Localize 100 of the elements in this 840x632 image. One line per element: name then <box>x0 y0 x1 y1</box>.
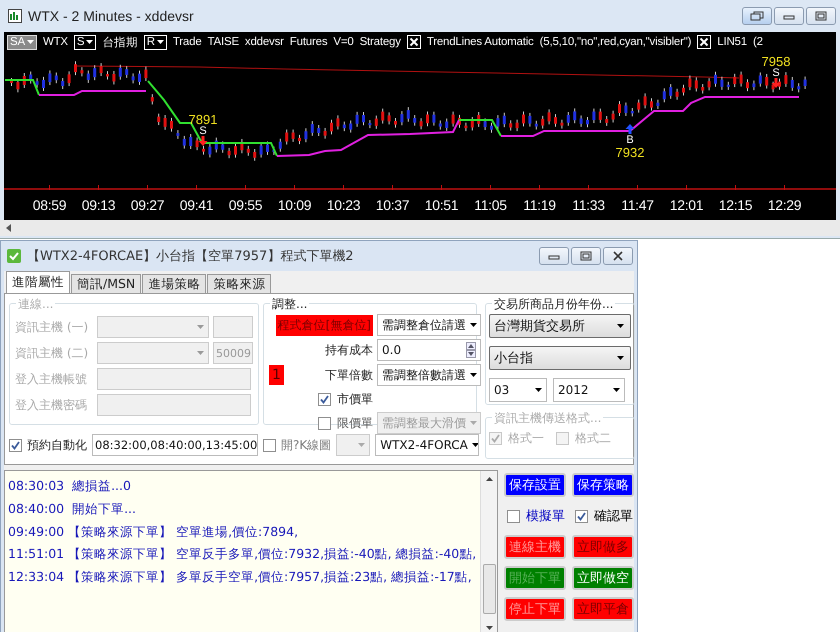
candle <box>253 148 256 162</box>
buy-arrow-icon <box>626 124 634 134</box>
input-field[interactable] <box>97 368 251 390</box>
candle <box>394 117 397 128</box>
candle <box>285 129 288 146</box>
maximize-button[interactable] <box>806 7 836 25</box>
checkbox[interactable] <box>318 416 331 430</box>
action-button[interactable]: 保存策略 <box>572 473 634 497</box>
dropdown-menu[interactable]: S <box>74 34 96 50</box>
indicator-label: V=0 <box>333 36 354 48</box>
time-label: 11:47 <box>620 197 655 213</box>
candle <box>605 116 608 126</box>
position-status: 程式倉位[無倉位] <box>276 314 373 336</box>
maximize-button[interactable] <box>571 247 601 265</box>
price-label: 7891 <box>188 112 218 127</box>
candle <box>10 77 13 86</box>
candle <box>240 138 244 154</box>
checkbox[interactable] <box>9 438 22 452</box>
candle <box>445 118 448 132</box>
candle <box>388 112 391 125</box>
checkbox-label: 確認單 <box>594 508 633 525</box>
checkbox[interactable] <box>263 438 276 452</box>
month-dropdown[interactable]: 03 <box>489 378 547 402</box>
signal-label: B <box>626 134 634 146</box>
tab[interactable]: 進場策略 <box>142 274 206 293</box>
caret-icon <box>470 323 477 327</box>
tab[interactable]: 簡訊/MSN <box>71 274 142 293</box>
checkbox[interactable] <box>318 392 331 406</box>
candle <box>426 111 429 127</box>
restore-button[interactable] <box>742 7 772 25</box>
field-label: 資訊主機 (二) <box>15 344 90 362</box>
time-label: 12:29 <box>766 197 802 213</box>
checkbox[interactable] <box>575 510 588 522</box>
scrollbar-thumb[interactable] <box>482 564 496 614</box>
exchange-dropdown[interactable]: 台灣期貨交易所 <box>489 314 631 338</box>
signal-label: S <box>772 67 780 79</box>
indicator-label: (5,5,10,"no",red,cyan,"visibler") <box>540 36 692 48</box>
cost-field[interactable]: 0.0 <box>377 339 481 361</box>
candle <box>413 114 416 126</box>
candle <box>662 88 666 103</box>
candle <box>624 102 628 116</box>
candle <box>93 64 96 81</box>
multiplier-dropdown[interactable]: 需調整倍數請選 <box>377 364 481 386</box>
candle <box>202 145 205 156</box>
candle <box>464 122 468 132</box>
candle <box>509 120 512 132</box>
candle <box>381 108 384 124</box>
sell-arrow-icon <box>198 136 208 146</box>
position-dropdown[interactable]: 需調整倉位請選 <box>377 314 481 336</box>
field-label: 持有成本 <box>324 342 373 358</box>
tab[interactable]: 進階屬性 <box>6 271 70 293</box>
indicator-label: Strategy <box>360 36 401 48</box>
candle <box>694 76 698 92</box>
candle <box>772 81 775 93</box>
candle <box>29 71 32 84</box>
candle <box>61 78 64 90</box>
dropdown-menu[interactable]: R <box>144 34 167 50</box>
action-button[interactable]: 立即做空 <box>572 566 634 590</box>
schedule-field[interactable]: 08:32:00,08:40:00,13:45:00 <box>92 434 258 456</box>
caret-icon <box>470 421 477 425</box>
candle <box>298 134 301 145</box>
minimize-button[interactable] <box>774 7 804 25</box>
candle <box>733 73 736 88</box>
time-label: 09:27 <box>130 197 166 213</box>
checkbox-label: 格式一 <box>508 430 544 447</box>
input-field[interactable] <box>97 394 251 416</box>
horizontal-scrollbar[interactable] <box>0 220 840 236</box>
strategy-dropdown[interactable]: WTX2-4FORCA <box>375 434 479 456</box>
product-dropdown[interactable]: 小台指 <box>489 346 631 370</box>
candle <box>349 120 352 134</box>
tab[interactable]: 策略來源 <box>207 274 272 293</box>
candle <box>644 92 647 109</box>
caret-icon <box>358 443 366 447</box>
candle <box>784 72 788 88</box>
candle <box>560 119 564 130</box>
indicator-label: 台指期 <box>102 36 138 50</box>
vertical-scrollbar[interactable] <box>480 471 497 632</box>
candle <box>656 99 660 110</box>
candle <box>356 111 359 128</box>
scroll-down-icon <box>486 626 492 630</box>
port-field[interactable] <box>213 316 253 338</box>
minimize-button[interactable] <box>539 247 569 265</box>
candle <box>612 110 615 123</box>
candle <box>573 108 576 124</box>
candle <box>368 120 372 129</box>
checkbox[interactable] <box>507 510 520 522</box>
count-badge: 1 <box>269 365 284 385</box>
action-button[interactable]: 保存設置 <box>504 473 566 497</box>
year-dropdown[interactable]: 2012 <box>553 378 625 402</box>
candle <box>132 72 135 84</box>
spinner-icon <box>466 342 476 358</box>
caret-icon <box>472 443 478 447</box>
candle <box>438 120 442 130</box>
caret-icon <box>535 388 542 392</box>
time-label: 12:15 <box>718 197 754 213</box>
candle <box>292 129 295 142</box>
candle <box>502 112 506 128</box>
field-label: 下單倍數 <box>324 366 373 384</box>
close-button[interactable] <box>603 247 633 265</box>
candle <box>548 108 551 125</box>
